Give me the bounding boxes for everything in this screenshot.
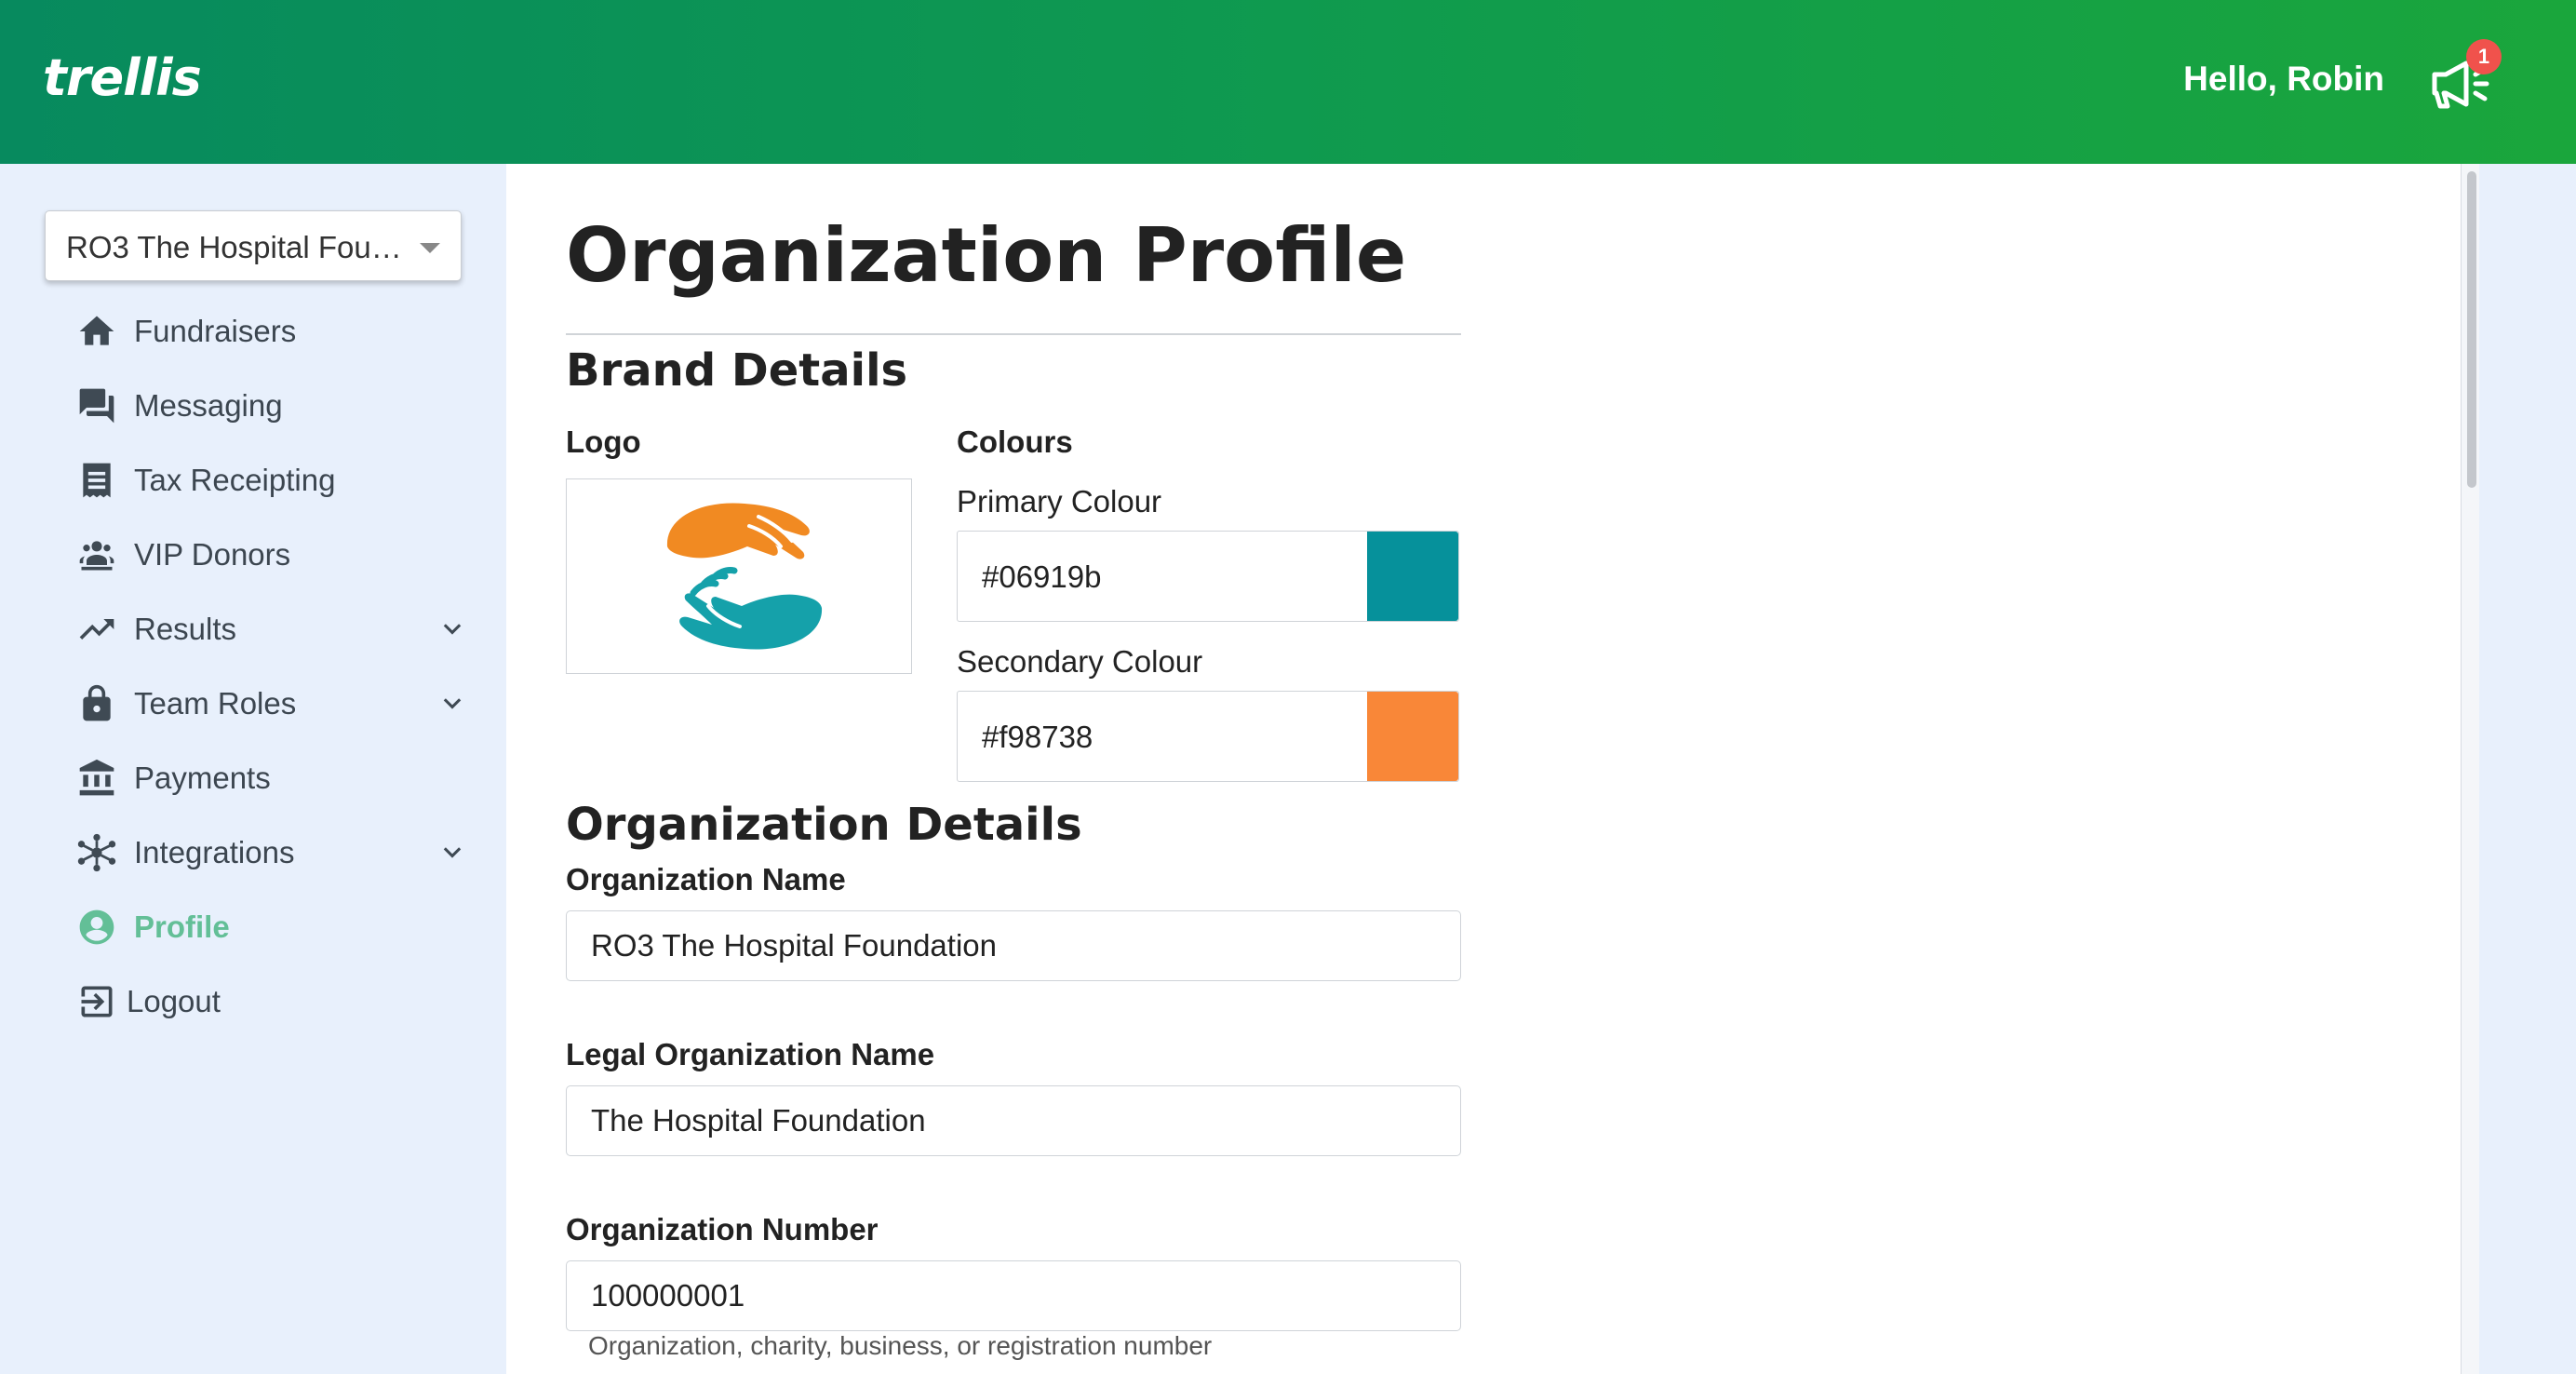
secondary-colour-label: Secondary Colour: [957, 644, 1203, 679]
sidebar-item-profile[interactable]: Profile: [74, 899, 465, 955]
receipt-icon: [74, 458, 119, 503]
sidebar-item-integrations[interactable]: Integrations: [74, 825, 465, 881]
organization-selector[interactable]: RO3 The Hospital Foundation: [45, 210, 462, 281]
colours-label: Colours: [957, 424, 1073, 459]
organization-name-input[interactable]: RO3 The Hospital Foundation: [566, 910, 1461, 981]
sidebar-item-results[interactable]: Results: [74, 601, 465, 657]
organization-number-input[interactable]: 100000001: [566, 1260, 1461, 1331]
sidebar-item-label: Integrations: [134, 835, 295, 869]
hands-logo-icon: [666, 503, 823, 650]
organization-name-value: RO3 The Hospital Foundation: [591, 928, 997, 963]
secondary-colour-swatch[interactable]: [1367, 692, 1458, 781]
bank-icon: [74, 756, 119, 801]
hub-icon: [74, 830, 119, 875]
organization-name-label: Organization Name: [566, 862, 846, 896]
title-divider: [566, 333, 1461, 335]
page-title: Organization Profile: [566, 212, 1407, 299]
secondary-colour-value: #f98738: [982, 720, 1093, 754]
logout-icon: [74, 979, 119, 1024]
sidebar-item-label: Results: [134, 612, 237, 646]
brand-details-heading: Brand Details: [566, 344, 908, 397]
sidebar-item-tax-receipting[interactable]: Tax Receipting: [74, 452, 465, 508]
sidebar-item-vip-donors[interactable]: VIP Donors: [74, 527, 465, 583]
sidebar-item-label: Messaging: [134, 388, 283, 423]
sidebar-item-label: Team Roles: [134, 686, 297, 721]
donors-icon: [74, 532, 119, 577]
right-margin: [2479, 164, 2576, 1374]
sidebar-item-team-roles[interactable]: Team Roles: [74, 676, 465, 732]
organization-number-value: 100000001: [591, 1278, 745, 1313]
app-logo[interactable]: trellis: [43, 48, 202, 107]
sidebar: RO3 The Hospital Foundation Fundraisers …: [0, 164, 506, 1374]
sidebar-item-logout[interactable]: Logout: [74, 974, 465, 1030]
sidebar-item-messaging[interactable]: Messaging: [74, 378, 465, 434]
top-bar: trellis Hello, Robin 1: [0, 0, 2576, 164]
primary-colour-field[interactable]: #06919b: [957, 531, 1459, 622]
organization-details-heading: Organization Details: [566, 799, 1082, 851]
sidebar-item-label: Fundraisers: [134, 314, 297, 348]
home-icon: [74, 309, 119, 354]
scrollbar-thumb[interactable]: [2467, 171, 2476, 488]
sidebar-item-label: Payments: [134, 761, 271, 795]
primary-colour-swatch[interactable]: [1367, 532, 1458, 621]
chevron-down-icon[interactable]: [439, 840, 465, 866]
chevron-down-icon: [420, 243, 440, 253]
trending-up-icon: [74, 607, 119, 652]
organization-number-label: Organization Number: [566, 1212, 879, 1246]
profile-icon: [74, 905, 119, 950]
legal-organization-name-label: Legal Organization Name: [566, 1037, 935, 1071]
legal-organization-name-value: The Hospital Foundation: [591, 1103, 926, 1138]
secondary-colour-field[interactable]: #f98738: [957, 691, 1459, 782]
sidebar-item-label: Logout: [127, 984, 221, 1018]
sidebar-item-payments[interactable]: Payments: [74, 750, 465, 806]
primary-colour-label: Primary Colour: [957, 484, 1162, 519]
organization-selector-value: RO3 The Hospital Foundation: [66, 230, 410, 264]
chat-icon: [74, 384, 119, 428]
sidebar-item-fundraisers[interactable]: Fundraisers: [74, 303, 465, 359]
sidebar-item-label: Profile: [134, 909, 230, 944]
chevron-down-icon[interactable]: [439, 691, 465, 717]
chevron-down-icon[interactable]: [439, 616, 465, 642]
legal-organization-name-input[interactable]: The Hospital Foundation: [566, 1085, 1461, 1156]
lock-icon: [74, 681, 119, 726]
organization-logo[interactable]: [566, 478, 912, 674]
sidebar-item-label: Tax Receipting: [134, 463, 336, 497]
organization-number-hint: Organization, charity, business, or regi…: [588, 1331, 1213, 1360]
notification-badge: 1: [2466, 39, 2502, 74]
user-greeting: Hello, Robin: [2183, 60, 2384, 98]
primary-colour-value: #06919b: [982, 559, 1102, 594]
logo-label: Logo: [566, 424, 641, 459]
sidebar-item-label: VIP Donors: [134, 537, 291, 572]
